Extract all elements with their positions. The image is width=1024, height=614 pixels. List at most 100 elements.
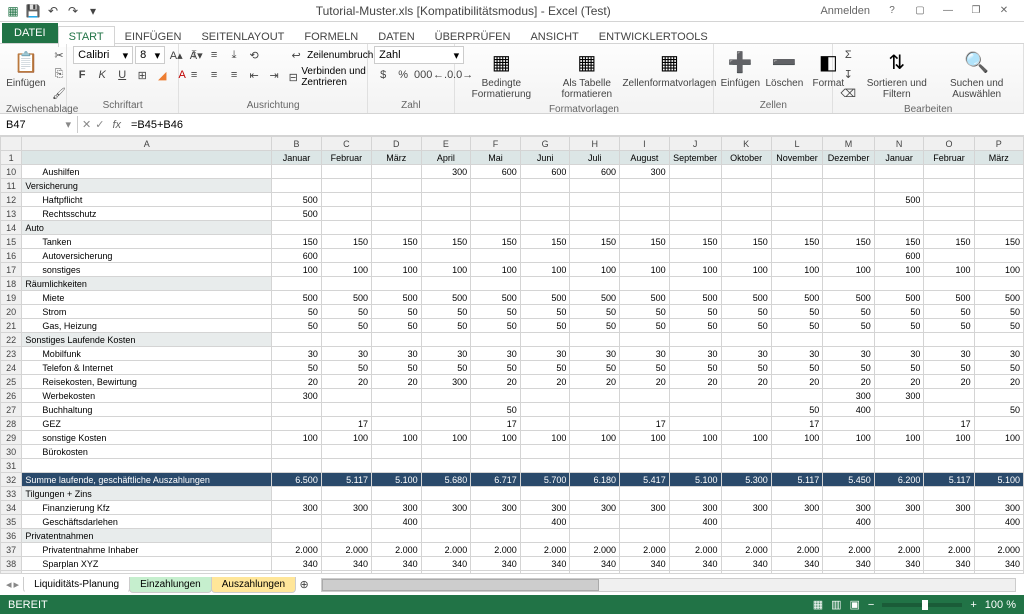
- cell[interactable]: [520, 389, 570, 403]
- paste-button[interactable]: 📋 Einfügen: [6, 46, 46, 91]
- sheet-tab[interactable]: Liquiditäts-Planung: [23, 577, 130, 593]
- cell[interactable]: 600: [272, 249, 322, 263]
- cell[interactable]: 2.000: [771, 543, 823, 557]
- cell[interactable]: 500: [823, 291, 875, 305]
- signin-link[interactable]: Anmelden: [820, 5, 870, 17]
- cell[interactable]: 100: [471, 263, 521, 277]
- cell[interactable]: [421, 417, 471, 431]
- maximize-icon[interactable]: ❐: [962, 2, 990, 20]
- cell[interactable]: 25: [669, 571, 721, 574]
- row-label[interactable]: Aushilfen: [22, 165, 272, 179]
- cell[interactable]: [371, 403, 421, 417]
- cell[interactable]: 30: [570, 347, 620, 361]
- cell[interactable]: 50: [974, 361, 1023, 375]
- cell[interactable]: 50: [721, 361, 771, 375]
- cell[interactable]: [974, 389, 1023, 403]
- cell[interactable]: 50: [371, 361, 421, 375]
- cell[interactable]: [471, 389, 521, 403]
- cell[interactable]: [620, 445, 670, 459]
- cell[interactable]: 300: [272, 501, 322, 515]
- cell[interactable]: 50: [874, 305, 924, 319]
- cell[interactable]: 300: [471, 501, 521, 515]
- cell[interactable]: 100: [721, 431, 771, 445]
- cell[interactable]: 50: [669, 305, 721, 319]
- cell[interactable]: 30: [924, 347, 974, 361]
- cell[interactable]: 150: [421, 235, 471, 249]
- cell[interactable]: 50: [321, 319, 371, 333]
- cell[interactable]: 50: [371, 305, 421, 319]
- row-header-22[interactable]: 22: [1, 333, 22, 347]
- row-header-14[interactable]: 14: [1, 221, 22, 235]
- cell[interactable]: 2.000: [520, 543, 570, 557]
- cell[interactable]: [924, 207, 974, 221]
- cell[interactable]: [669, 389, 721, 403]
- cell[interactable]: 50: [471, 319, 521, 333]
- cell[interactable]: 20: [520, 375, 570, 389]
- cell[interactable]: 50: [974, 305, 1023, 319]
- cell[interactable]: 500: [874, 291, 924, 305]
- row-label[interactable]: Sparplan XYZ: [22, 571, 272, 574]
- cell[interactable]: 100: [823, 431, 875, 445]
- cell[interactable]: 500: [620, 291, 670, 305]
- row-label[interactable]: Buchhaltung: [22, 403, 272, 417]
- cell[interactable]: [520, 445, 570, 459]
- cell[interactable]: 340: [721, 557, 771, 571]
- row-header-34[interactable]: 34: [1, 501, 22, 515]
- cell[interactable]: [721, 403, 771, 417]
- cell[interactable]: 500: [421, 291, 471, 305]
- cell[interactable]: 30: [272, 347, 322, 361]
- new-sheet-icon[interactable]: ⊕: [295, 576, 313, 594]
- cell[interactable]: 100: [620, 263, 670, 277]
- col-header-B[interactable]: B: [272, 137, 322, 151]
- cell[interactable]: [823, 193, 875, 207]
- cell[interactable]: 2.000: [371, 543, 421, 557]
- cell[interactable]: 50: [669, 319, 721, 333]
- row-header-11[interactable]: 11: [1, 179, 22, 193]
- cell[interactable]: 50: [520, 361, 570, 375]
- cell[interactable]: [272, 445, 322, 459]
- cell[interactable]: [321, 459, 371, 473]
- col-header-H[interactable]: H: [570, 137, 620, 151]
- cell[interactable]: [570, 403, 620, 417]
- bold-button[interactable]: F: [73, 66, 91, 84]
- cell[interactable]: 50: [272, 319, 322, 333]
- col-header-D[interactable]: D: [371, 137, 421, 151]
- cell[interactable]: 340: [520, 557, 570, 571]
- cell[interactable]: 50: [272, 361, 322, 375]
- zoom-level[interactable]: 100 %: [985, 599, 1016, 611]
- cell[interactable]: 20: [371, 375, 421, 389]
- align-left-icon[interactable]: ≡: [185, 66, 203, 84]
- accept-formula-icon[interactable]: ✓: [95, 118, 104, 131]
- cell[interactable]: 150: [823, 235, 875, 249]
- cell[interactable]: 30: [669, 347, 721, 361]
- cell[interactable]: 17: [771, 417, 823, 431]
- cell[interactable]: 30: [471, 347, 521, 361]
- row-label[interactable]: Telefon & Internet: [22, 361, 272, 375]
- cell[interactable]: [620, 193, 670, 207]
- cell[interactable]: 50: [924, 319, 974, 333]
- row-label[interactable]: Tanken: [22, 235, 272, 249]
- cell[interactable]: 500: [371, 291, 421, 305]
- cell[interactable]: 600: [520, 165, 570, 179]
- cell[interactable]: [272, 417, 322, 431]
- currency-icon[interactable]: $: [374, 66, 392, 84]
- fill-color-icon[interactable]: ◢: [153, 66, 171, 84]
- cell[interactable]: 100: [771, 431, 823, 445]
- row-header-10[interactable]: 10: [1, 165, 22, 179]
- close-icon[interactable]: ✕: [990, 2, 1018, 20]
- increase-indent-icon[interactable]: ⇥: [265, 66, 283, 84]
- cell[interactable]: 6.200: [874, 473, 924, 487]
- cell[interactable]: 300: [823, 389, 875, 403]
- cell[interactable]: 100: [520, 431, 570, 445]
- cell[interactable]: 30: [421, 347, 471, 361]
- cell[interactable]: [321, 403, 371, 417]
- row-label[interactable]: Sparplan XYZ: [22, 557, 272, 571]
- cell[interactable]: [974, 417, 1023, 431]
- cell[interactable]: 100: [321, 263, 371, 277]
- cell[interactable]: 50: [471, 403, 521, 417]
- cell[interactable]: 100: [974, 431, 1023, 445]
- col-header-K[interactable]: K: [721, 137, 771, 151]
- cell[interactable]: [924, 445, 974, 459]
- cell[interactable]: 50: [520, 319, 570, 333]
- cell[interactable]: 600: [471, 165, 521, 179]
